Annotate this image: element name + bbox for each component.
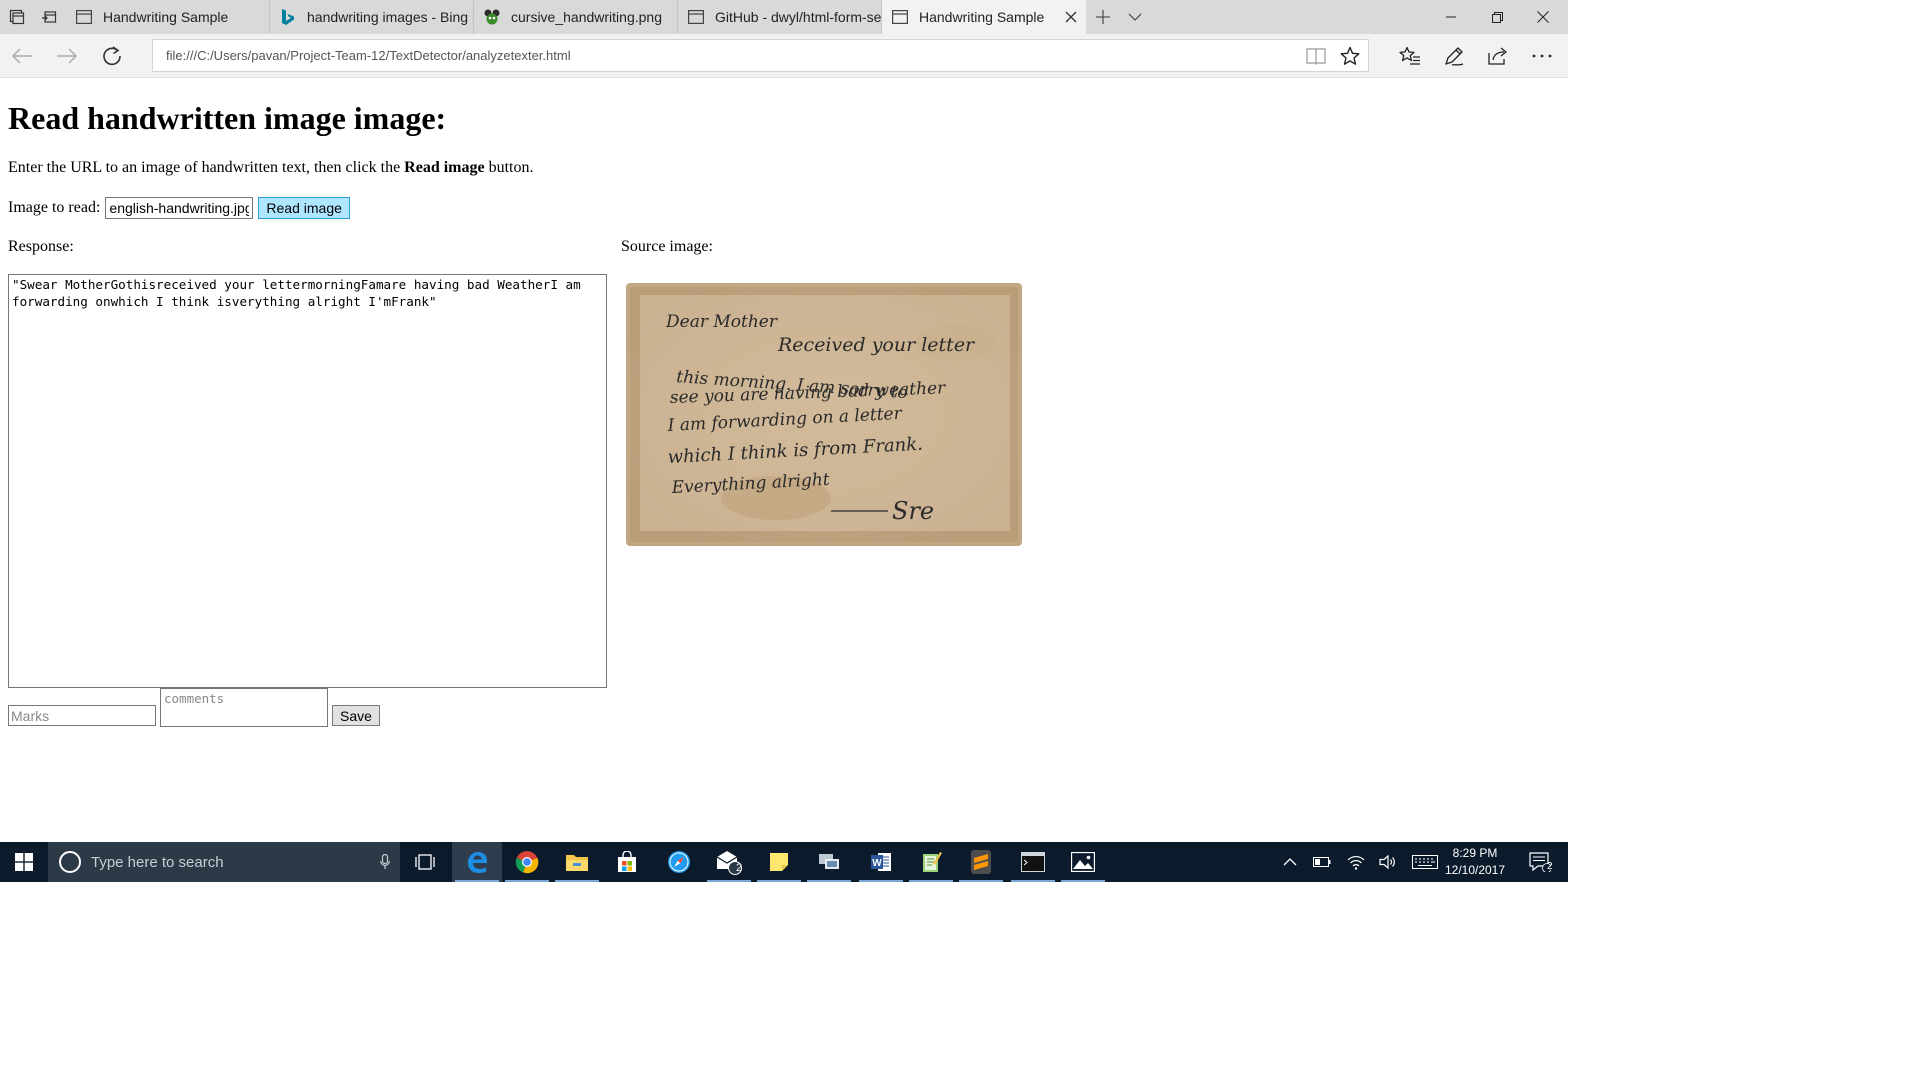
running-indicator <box>1011 880 1055 882</box>
reading-view-icon[interactable] <box>1299 40 1333 71</box>
refresh-icon[interactable] <box>90 34 134 78</box>
forward-arrow-icon[interactable] <box>45 34 89 78</box>
response-textarea[interactable]: "Swear MotherGothisreceived your letterm… <box>8 274 607 688</box>
more-options-icon[interactable] <box>1520 34 1564 78</box>
intro-before: Enter the URL to an image of handwritten… <box>8 159 405 176</box>
running-indicator <box>1061 880 1105 882</box>
page-title: Read handwritten image image: <box>8 100 447 136</box>
notepad-icon[interactable] <box>906 842 956 882</box>
show-hidden-icons-chevron[interactable] <box>1276 842 1304 882</box>
sublime-icon[interactable] <box>956 842 1006 882</box>
page-icon <box>74 7 94 27</box>
taskbar-search-box[interactable]: Type here to search <box>48 842 400 882</box>
tab-label: Handwriting Sample <box>103 9 229 25</box>
handwriting-signature: Sre <box>892 497 934 525</box>
marks-input[interactable] <box>8 705 156 726</box>
system-clock[interactable]: 8:29 PM 12/10/2017 <box>1432 842 1518 882</box>
address-url: file:///C:/Users/pavan/Project-Team-12/T… <box>166 48 571 63</box>
intro-bold: Read image <box>404 159 485 176</box>
bing-icon <box>278 7 298 27</box>
page-icon <box>686 7 706 27</box>
running-indicator <box>959 880 1003 882</box>
edge-icon[interactable] <box>452 842 502 882</box>
tab-handwriting-sample[interactable]: Handwriting Sample <box>66 0 270 34</box>
navigation-bar: file:///C:/Users/pavan/Project-Team-12/T… <box>0 34 1568 78</box>
safari-icon[interactable] <box>654 842 704 882</box>
comments-textarea[interactable] <box>160 688 328 727</box>
wifi-icon[interactable] <box>1342 842 1370 882</box>
read-image-button[interactable]: Read image <box>258 197 350 219</box>
clock-time: 8:29 PM <box>1452 846 1498 860</box>
running-indicator <box>505 880 549 882</box>
handwriting-line: Dear Mother <box>665 312 778 332</box>
running-indicator <box>859 880 903 882</box>
taskbar: Type here to search 2 W 8:29 PM 12/10/20… <box>0 842 1568 882</box>
running-indicator <box>757 880 801 882</box>
tab-label: handwriting images - Bing i <box>307 9 473 25</box>
close-window-icon[interactable] <box>1520 0 1566 34</box>
image-url-row: Image to read: Read image <box>8 196 350 220</box>
word-icon[interactable]: W <box>856 842 906 882</box>
page-content: Read handwritten image image: Enter the … <box>0 78 1568 842</box>
clock-date: 12/10/2017 <box>1444 863 1506 877</box>
tab-cursive-handwriting[interactable]: cursive_handwriting.png <box>474 0 678 34</box>
tab-label: cursive_handwriting.png <box>511 9 662 25</box>
new-tab-icon[interactable] <box>1086 0 1120 34</box>
volume-icon[interactable] <box>1374 842 1402 882</box>
chrome-icon[interactable] <box>502 842 552 882</box>
set-aside-tabs-icon[interactable] <box>32 0 66 34</box>
task-view-icon[interactable] <box>400 842 450 882</box>
image-url-input[interactable] <box>105 197 254 219</box>
page-icon <box>890 7 910 27</box>
favorites-hub-icon[interactable] <box>1388 34 1432 78</box>
photos-icon[interactable] <box>1058 842 1108 882</box>
tab-bing-images[interactable]: handwriting images - Bing i <box>270 0 474 34</box>
tab-bar: Handwriting Sample handwriting images - … <box>0 0 1568 34</box>
battery-icon[interactable] <box>1308 842 1336 882</box>
tab-handwriting-sample-active[interactable]: Handwriting Sample <box>882 0 1086 34</box>
save-button[interactable]: Save <box>332 705 380 726</box>
running-indicator <box>555 880 599 882</box>
svg-text:W: W <box>872 858 882 869</box>
running-indicator <box>909 880 953 882</box>
sticky-notes-icon[interactable] <box>754 842 804 882</box>
file-explorer-icon[interactable] <box>552 842 602 882</box>
tab-label: GitHub - dwyl/html-form-se <box>715 9 881 25</box>
image-url-label: Image to read: <box>8 199 101 216</box>
intro-after: button. <box>484 159 534 176</box>
minimize-icon[interactable] <box>1428 0 1474 34</box>
mail-badge: 2 <box>736 862 743 874</box>
image-icon <box>482 7 502 27</box>
search-placeholder: Type here to search <box>91 853 224 871</box>
close-tab-icon[interactable] <box>1056 0 1086 34</box>
chevron-down-icon[interactable] <box>1118 0 1152 34</box>
response-label: Response: <box>8 238 74 255</box>
active-indicator <box>455 880 499 882</box>
favorite-star-icon[interactable] <box>1333 40 1367 71</box>
mail-icon[interactable]: 2 <box>704 842 754 882</box>
share-icon[interactable] <box>1476 34 1520 78</box>
action-center-icon[interactable]: 2 <box>1520 842 1560 882</box>
handwritten-postcard-image: Dear Mother Received your letter this mo… <box>626 283 1022 546</box>
intro-text: Enter the URL to an image of handwritten… <box>8 159 534 177</box>
tab-label: Handwriting Sample <box>919 9 1045 25</box>
running-indicator <box>807 880 851 882</box>
network-icon[interactable] <box>804 842 854 882</box>
web-note-pen-icon[interactable] <box>1432 34 1476 78</box>
address-bar[interactable]: file:///C:/Users/pavan/Project-Team-12/T… <box>152 39 1369 72</box>
notification-count: 2 <box>1547 861 1553 872</box>
microphone-icon[interactable] <box>370 842 400 882</box>
store-icon[interactable] <box>602 842 652 882</box>
cortana-icon <box>59 851 81 873</box>
terminal-icon[interactable] <box>1008 842 1058 882</box>
running-indicator <box>707 880 751 882</box>
back-arrow-icon[interactable] <box>0 34 44 78</box>
windows-start-icon[interactable] <box>0 842 48 882</box>
source-image-label: Source image: <box>621 238 713 255</box>
handwriting-line: Received your letter <box>777 334 976 356</box>
restore-icon[interactable] <box>1474 0 1520 34</box>
tab-preview-icon[interactable] <box>0 0 34 34</box>
tab-github[interactable]: GitHub - dwyl/html-form-se <box>678 0 882 34</box>
